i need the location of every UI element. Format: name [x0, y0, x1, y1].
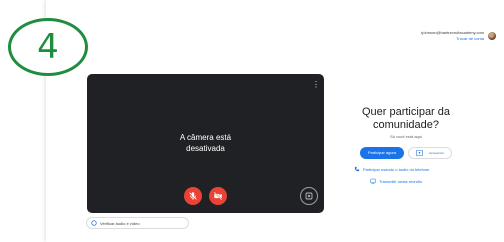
present-button[interactable]: Apresentar [408, 147, 452, 159]
check-audio-video-button[interactable]: Verificar áudio e vídeo [86, 217, 189, 229]
present-screen-icon [416, 150, 424, 156]
join-title: Quer participar da comunidade? [346, 106, 466, 132]
mic-off-icon [189, 192, 197, 200]
camera-off-icon [213, 191, 223, 201]
more-options-icon[interactable]: ⋮ [312, 80, 320, 90]
account-text: rjohnson@hantrecruitacademy.com Trocar d… [421, 30, 484, 42]
step-number-badge: 4 [8, 18, 88, 76]
participants-status: Só você está aqui [390, 134, 422, 139]
join-with-phone-link[interactable]: Participar usando o áudio do telefone [354, 166, 429, 172]
visual-effects-button[interactable] [300, 187, 318, 205]
check-audio-video-label: Verificar áudio e vídeo [100, 220, 140, 226]
join-now-button[interactable]: Participar agora [360, 147, 404, 159]
video-preview: ⋮ A câmera está desativada [87, 74, 324, 213]
cast-meeting-label: Transmitir nesta reunião [379, 178, 422, 184]
microphone-toggle-button[interactable] [184, 187, 202, 205]
account-area: rjohnson@hantrecruitacademy.com Trocar d… [421, 30, 496, 42]
join-title-line-1: Quer participar da [361, 106, 451, 118]
avatar[interactable] [488, 32, 496, 40]
camera-off-line-2: desativada [186, 144, 225, 153]
step-number: 4 [37, 27, 59, 67]
phone-icon [354, 166, 360, 172]
camera-toggle-button[interactable] [209, 187, 227, 205]
camera-off-message: A câmera está desativada [87, 132, 324, 154]
join-actions: Participar agora Apresentar [346, 147, 466, 159]
sparkle-effects-icon [305, 192, 313, 200]
sparkle-check-icon [91, 220, 97, 226]
switch-account-link[interactable]: Trocar de conta [421, 36, 484, 42]
join-with-phone-label: Participar usando o áudio do telefone [363, 166, 430, 172]
join-title-line-2: comunidade? [372, 119, 440, 131]
present-label: Apresentar [429, 151, 444, 155]
cast-meeting-link[interactable]: Transmitir nesta reunião [370, 178, 422, 184]
cast-icon [370, 178, 376, 184]
camera-off-line-1: A câmera está [179, 133, 232, 142]
join-panel: Quer participar da comunidade? Só você e… [346, 106, 466, 159]
